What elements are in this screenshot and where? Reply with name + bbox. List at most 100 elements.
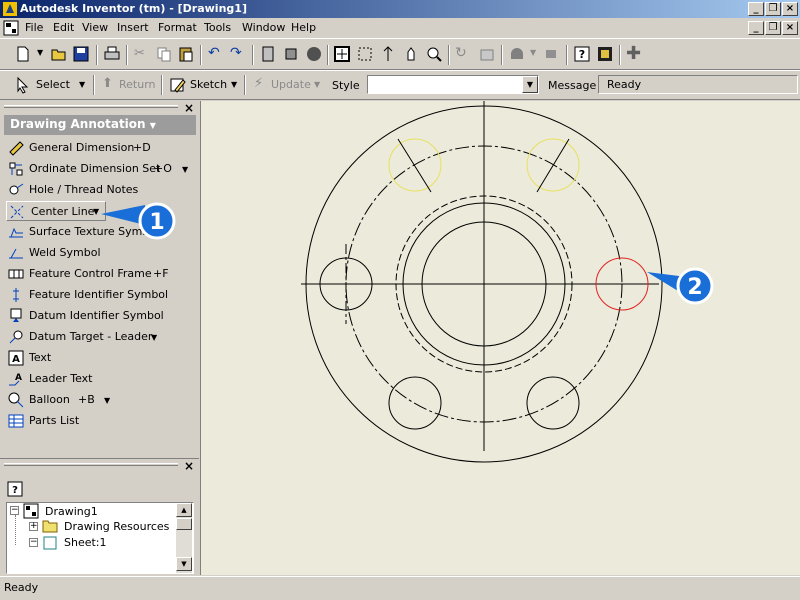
menu-insert[interactable]: Insert xyxy=(117,21,149,34)
cut-icon[interactable]: ✂ xyxy=(134,46,145,61)
panel-title-dropdown-icon[interactable]: ▼ xyxy=(150,121,156,130)
datum-target-dropdown-arrow-icon[interactable]: ▼ xyxy=(151,333,157,342)
scroll-thumb[interactable] xyxy=(176,518,192,530)
scroll-down-arrow-icon[interactable]: ▼ xyxy=(176,557,192,571)
restore-button[interactable]: ❐ xyxy=(765,2,781,16)
zoom-all-icon[interactable] xyxy=(333,45,351,63)
undo-icon[interactable]: ↶ xyxy=(208,45,220,61)
zoom-icon[interactable] xyxy=(379,45,397,63)
menu-window[interactable]: Window xyxy=(242,21,285,34)
display-mode-icon[interactable] xyxy=(508,45,526,63)
update-button[interactable]: Update xyxy=(271,78,311,91)
panel-item-text[interactable]: A Text xyxy=(6,348,196,368)
zoom-selected-icon[interactable] xyxy=(425,45,443,63)
menu-format[interactable]: Format xyxy=(158,21,197,34)
cube-icon[interactable] xyxy=(282,45,300,63)
tree-item-drawing1[interactable]: Drawing1 xyxy=(45,505,98,518)
svg-text:?: ? xyxy=(12,485,18,496)
panel-close-icon[interactable]: × xyxy=(184,101,194,115)
zoom-window-icon[interactable] xyxy=(356,45,374,63)
menu-file[interactable]: File xyxy=(25,21,43,34)
panel-item-balloon[interactable]: Balloon +B ▼ xyxy=(6,390,196,410)
style-dropdown[interactable]: ▼ xyxy=(367,75,539,94)
select-dropdown-arrow-icon[interactable]: ▼ xyxy=(79,80,85,89)
ordinate-dropdown-arrow-icon[interactable]: ▼ xyxy=(182,165,188,174)
help-icon[interactable]: ? xyxy=(573,45,591,63)
toolbar-separator xyxy=(244,75,246,95)
doc-minimize-button[interactable]: _ xyxy=(748,21,764,35)
browser-grip[interactable] xyxy=(4,463,178,466)
save-icon[interactable] xyxy=(72,45,90,63)
panel-item-feature-identifier[interactable]: Feature Identifier Symbol xyxy=(6,285,196,305)
new-icon[interactable] xyxy=(14,45,32,63)
rotate-icon[interactable]: ↻ xyxy=(455,45,467,61)
tree-expander[interactable]: + xyxy=(29,522,38,531)
tree-expander[interactable]: − xyxy=(10,506,19,515)
datum-target-icon xyxy=(9,330,23,344)
tree-item-drawing-resources[interactable]: Drawing Resources xyxy=(64,520,169,533)
open-icon[interactable] xyxy=(50,45,68,63)
panel-item-parts-list[interactable]: Parts List xyxy=(6,411,196,431)
panel-item-shortcut: +O xyxy=(154,162,172,175)
menu-edit[interactable]: Edit xyxy=(53,21,74,34)
minimize-button[interactable]: _ xyxy=(748,2,764,16)
calculator-icon[interactable] xyxy=(259,45,277,63)
panel-item-label: Ordinate Dimension Set xyxy=(29,162,161,175)
close-button[interactable]: × xyxy=(782,2,798,16)
scroll-up-arrow-icon[interactable]: ▲ xyxy=(176,503,192,517)
panel-item-label: Parts List xyxy=(29,414,80,427)
shadow-icon[interactable] xyxy=(542,45,560,63)
document-icon[interactable] xyxy=(3,20,19,36)
panel-item-datum-identifier[interactable]: Datum Identifier Symbol xyxy=(6,306,196,326)
balloon-dropdown-arrow-icon[interactable]: ▼ xyxy=(104,396,110,405)
toolbar-separator xyxy=(96,45,98,65)
redo-icon[interactable]: ↷ xyxy=(230,45,242,61)
pan-icon[interactable] xyxy=(402,45,420,63)
sketch-pencil-icon[interactable] xyxy=(169,76,187,94)
svg-text:?: ? xyxy=(579,48,585,61)
print-icon[interactable] xyxy=(103,45,121,63)
panel-item-center-line[interactable]: Center Line ▼ xyxy=(6,201,106,221)
toolbar-separator xyxy=(161,75,163,95)
update-dropdown-arrow-icon[interactable]: ▼ xyxy=(314,80,320,89)
tree-item-sheet1[interactable]: Sheet:1 xyxy=(64,536,107,549)
panel-grip[interactable] xyxy=(4,105,178,108)
return-button[interactable]: Return xyxy=(119,78,156,91)
panel-item-leader-text[interactable]: A Leader Text xyxy=(6,369,196,389)
panel-item-general-dimension[interactable]: General Dimension +D xyxy=(6,138,196,158)
balloon-icon xyxy=(8,392,24,408)
style-dropdown-arrow-icon[interactable]: ▼ xyxy=(522,76,538,93)
copy-icon[interactable] xyxy=(155,45,173,63)
drawing-canvas[interactable]: 1 2 xyxy=(101,101,800,575)
browser-scrollbar[interactable]: ▲ ▼ xyxy=(176,503,192,573)
panel-item-ordinate-dimension[interactable]: Ordinate Dimension Set +O ▼ xyxy=(6,159,196,179)
add-icon[interactable]: ✚ xyxy=(626,43,641,64)
doc-close-button[interactable]: × xyxy=(782,21,798,35)
panel-item-hole-thread-notes[interactable]: Hole / Thread Notes xyxy=(6,180,196,200)
look-at-icon[interactable] xyxy=(478,45,496,63)
panel-item-weld-symbol[interactable]: Weld Symbol xyxy=(6,243,196,263)
paste-icon[interactable] xyxy=(177,45,195,63)
panel-title[interactable]: Drawing Annotation ▼ xyxy=(4,115,196,135)
panel-item-feature-control-frame[interactable]: Feature Control Frame +F xyxy=(6,264,196,284)
doc-restore-button[interactable]: ❐ xyxy=(765,21,781,35)
browser-close-icon[interactable]: × xyxy=(184,459,194,473)
sketch-button[interactable]: Sketch xyxy=(190,78,227,91)
center-line-dropdown-arrow-icon[interactable]: ▼ xyxy=(93,207,99,216)
message-field: Ready xyxy=(598,75,798,94)
select-arrow-icon[interactable] xyxy=(14,76,32,94)
sphere-icon[interactable] xyxy=(305,45,323,63)
menu-view[interactable]: View xyxy=(82,21,108,34)
menu-help[interactable]: Help xyxy=(291,21,316,34)
parts-list-icon xyxy=(8,414,24,428)
tree-expander[interactable]: − xyxy=(29,538,38,547)
select-label[interactable]: Select xyxy=(36,78,70,91)
menu-tools[interactable]: Tools xyxy=(204,21,231,34)
new-dropdown-arrow-icon[interactable]: ▼ xyxy=(37,48,43,57)
panel-item-datum-target[interactable]: Datum Target - Leader ▼ xyxy=(6,327,196,347)
display-mode-dropdown-icon[interactable]: ▼ xyxy=(530,48,536,57)
panel-item-shortcut: +B xyxy=(78,393,95,406)
sketch-dropdown-arrow-icon[interactable]: ▼ xyxy=(231,80,237,89)
macro-icon[interactable] xyxy=(596,45,614,63)
browser-help-icon[interactable]: ? xyxy=(7,481,23,497)
